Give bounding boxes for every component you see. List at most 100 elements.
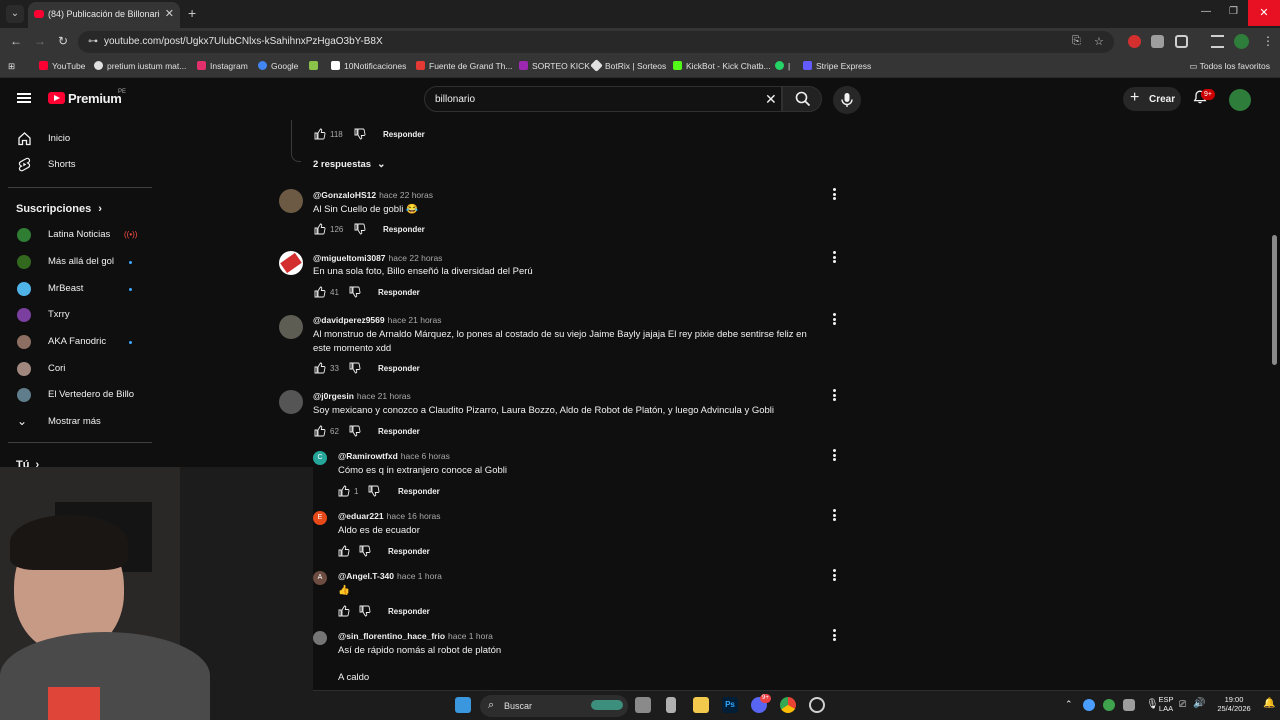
youtube-logo-icon[interactable] bbox=[48, 92, 65, 104]
reply-button[interactable]: Responder bbox=[378, 288, 420, 297]
thumbs-up-icon[interactable] bbox=[338, 545, 350, 557]
volume-icon[interactable]: 🔊 bbox=[1193, 698, 1205, 709]
thumbs-down-icon[interactable] bbox=[354, 128, 366, 140]
scrollbar-thumb[interactable] bbox=[1272, 235, 1277, 365]
bookmark-star-icon[interactable]: ☆ bbox=[1094, 35, 1104, 48]
comment-time[interactable]: hace 21 horas bbox=[388, 315, 442, 325]
chrome-menu-icon[interactable]: ⋮ bbox=[1262, 34, 1274, 48]
search-input[interactable]: billonario ✕ bbox=[424, 86, 782, 112]
comment-time[interactable]: hace 22 horas bbox=[389, 253, 443, 263]
reply-time[interactable]: hace 6 horas bbox=[401, 451, 450, 461]
comment-time[interactable]: hace 22 horas bbox=[379, 190, 433, 200]
reply-time[interactable]: hace 1 hora bbox=[397, 571, 442, 581]
bookmark-pretium[interactable]: pretium iustum mat... bbox=[94, 61, 186, 71]
install-app-icon[interactable]: ⎘ bbox=[1072, 35, 1081, 48]
back-icon[interactable]: ← bbox=[10, 34, 22, 48]
thumbs-down-icon[interactable] bbox=[368, 485, 380, 497]
bookmark-youtube[interactable]: YouTube bbox=[39, 61, 85, 71]
file-explorer-icon[interactable] bbox=[693, 697, 709, 713]
site-info-icon[interactable]: ⊶ bbox=[88, 36, 98, 47]
reply-time[interactable]: hace 1 hora bbox=[448, 631, 493, 641]
thumbs-up-icon[interactable] bbox=[314, 362, 326, 374]
thumbs-up-icon[interactable] bbox=[314, 223, 326, 235]
reply-author[interactable]: @Angel.T-340 hace 1 hora bbox=[338, 571, 442, 581]
search-button[interactable] bbox=[782, 86, 822, 112]
replies-toggle-button[interactable]: 2 respuestas ⌄ bbox=[313, 159, 385, 170]
bookmark-whatsapp[interactable]: | bbox=[775, 61, 790, 71]
reply-button[interactable]: Responder bbox=[383, 130, 425, 139]
account-avatar[interactable] bbox=[1229, 89, 1251, 111]
reply-button[interactable]: Responder bbox=[398, 487, 440, 496]
thumbs-up-icon[interactable] bbox=[314, 286, 326, 298]
network-icon[interactable]: ⎚ bbox=[1179, 699, 1186, 710]
sidebar-show-more[interactable]: ⌄ Mostrar más bbox=[0, 409, 152, 435]
comment-avatar[interactable] bbox=[279, 251, 303, 275]
bookmark-instagram[interactable]: Instagram bbox=[197, 61, 248, 71]
all-bookmarks-folder[interactable]: ▭ Todos los favoritos bbox=[1189, 61, 1270, 72]
comment-author[interactable]: @GonzaloHS12 hace 22 horas bbox=[313, 190, 433, 200]
thumbs-up-icon[interactable] bbox=[338, 605, 350, 617]
comment-more-icon[interactable] bbox=[832, 251, 836, 263]
thumbs-up-icon[interactable] bbox=[338, 485, 350, 497]
language-indicator[interactable]: ESP LAA bbox=[1149, 695, 1183, 713]
bookmark-sorteo-kick[interactable]: SORTEO KICK bbox=[519, 61, 590, 71]
sidebar-item-shorts[interactable]: Shorts bbox=[0, 152, 152, 178]
extension-card-icon[interactable] bbox=[1151, 35, 1164, 48]
reply-more-icon[interactable] bbox=[832, 449, 836, 461]
new-tab-icon[interactable]: + bbox=[188, 5, 196, 21]
extension-record-icon[interactable] bbox=[1128, 35, 1141, 48]
sidebar-channel-mrbeast[interactable]: MrBeast bbox=[0, 276, 152, 302]
reply-author[interactable]: @sin_florentino_hace_frio hace 1 hora bbox=[338, 631, 493, 641]
tray-app-2-icon[interactable] bbox=[1123, 699, 1135, 711]
reply-button[interactable]: Responder bbox=[378, 364, 420, 373]
page-scrollbar[interactable] bbox=[1270, 80, 1280, 694]
restore-icon[interactable]: ❐ bbox=[1229, 6, 1238, 17]
sidebar-channel-aka-fanodric[interactable]: AKA Fanodric bbox=[0, 329, 152, 355]
reply-button[interactable]: Responder bbox=[378, 427, 420, 436]
minimize-icon[interactable]: — bbox=[1201, 6, 1211, 17]
reply-button[interactable]: Responder bbox=[388, 547, 430, 556]
tray-chevron-icon[interactable]: ⌃ bbox=[1065, 699, 1073, 710]
thumbs-down-icon[interactable] bbox=[354, 223, 366, 235]
comment-author[interactable]: @j0rgesin hace 21 horas bbox=[313, 391, 411, 401]
comment-more-icon[interactable] bbox=[832, 313, 836, 325]
bookmark-kickbot[interactable]: KickBot - Kick Chatb... bbox=[673, 61, 771, 71]
bookmark-google[interactable]: Google bbox=[258, 61, 298, 71]
bookmark-fuente-gta[interactable]: Fuente de Grand Th... bbox=[416, 61, 512, 71]
comment-avatar[interactable] bbox=[279, 390, 303, 414]
sidebar-channel-latina-noticias[interactable]: Latina Noticias ((•)) bbox=[0, 222, 152, 248]
reply-more-icon[interactable] bbox=[832, 569, 836, 581]
comment-time[interactable]: hace 21 horas bbox=[357, 391, 411, 401]
comment-author[interactable]: @migueltomi3087 hace 22 horas bbox=[313, 253, 442, 263]
thumbs-down-icon[interactable] bbox=[359, 545, 371, 557]
reply-more-icon[interactable] bbox=[832, 629, 836, 641]
thumbs-down-icon[interactable] bbox=[359, 605, 371, 617]
windows-start-icon[interactable] bbox=[455, 697, 471, 713]
notification-center-icon[interactable]: 🔔 bbox=[1263, 698, 1275, 709]
sidebar-channel-mas-alla-del-gol[interactable]: Más allá del gol bbox=[0, 249, 152, 275]
sidebar-channel-el-vertedero-de-billo[interactable]: El Vertedero de Billo bbox=[0, 382, 152, 408]
reply-avatar[interactable] bbox=[313, 631, 327, 645]
clock[interactable]: 19:00 25/4/2026 bbox=[1209, 695, 1259, 713]
thumbs-up-icon[interactable] bbox=[314, 128, 326, 140]
reply-time[interactable]: hace 16 horas bbox=[387, 511, 441, 521]
reply-author[interactable]: @Ramirowtfxd hace 6 horas bbox=[338, 451, 450, 461]
clear-search-icon[interactable]: ✕ bbox=[765, 91, 777, 108]
tab-search-menu-icon[interactable]: ⌄ bbox=[6, 5, 24, 23]
comment-avatar[interactable] bbox=[279, 189, 303, 213]
thumbs-up-icon[interactable] bbox=[314, 425, 326, 437]
reply-author[interactable]: @eduar221 hace 16 horas bbox=[338, 511, 441, 521]
tray-app-icon[interactable] bbox=[1103, 699, 1115, 711]
comment-author[interactable]: @davidperez9569 hace 21 horas bbox=[313, 315, 441, 325]
bookmark-stripe[interactable]: Stripe Express bbox=[803, 61, 871, 71]
bookmark-leaf[interactable] bbox=[309, 61, 322, 71]
tab-close-icon[interactable]: ✕ bbox=[165, 7, 174, 20]
thumbs-down-icon[interactable] bbox=[349, 286, 361, 298]
apps-grid-icon[interactable]: ⊞ bbox=[8, 61, 15, 72]
sidebar-item-home[interactable]: Inicio bbox=[0, 126, 152, 152]
reply-more-icon[interactable] bbox=[832, 509, 836, 521]
sidebar-channel-txrry[interactable]: Txrry bbox=[0, 302, 152, 328]
address-bar[interactable]: ⊶ youtube.com/post/Ugkx7UlubCNlxs-kSahih… bbox=[78, 31, 1114, 53]
photoshop-icon[interactable]: Ps bbox=[722, 697, 738, 713]
window-close-icon[interactable]: ✕ bbox=[1248, 0, 1280, 26]
